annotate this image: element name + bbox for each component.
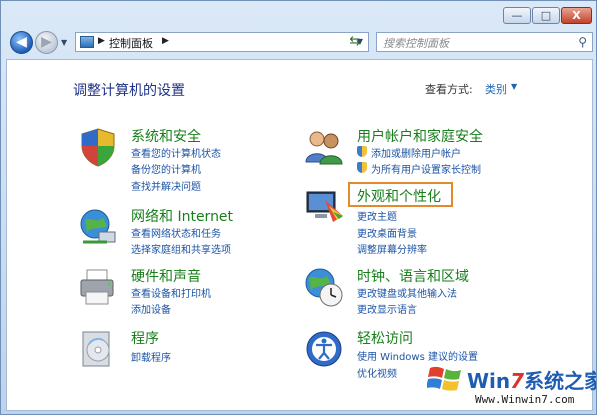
back-button[interactable]: ◀: [10, 31, 33, 54]
refresh-icon: ⇆: [349, 34, 361, 49]
watermark-brand-seven: 7: [510, 369, 525, 393]
category-title[interactable]: 硬件和声音: [131, 266, 201, 286]
watermark-brand: Win7系统之家: [467, 365, 597, 394]
address-bar: ◀ ▶ ▼ ▶ 控制面板 ▶ ▼ ⇆ ⚲: [1, 28, 596, 57]
breadcrumb-separator-icon[interactable]: ▶: [162, 36, 169, 46]
link-parental-controls[interactable]: 为所有用户设置家长控制: [357, 161, 481, 176]
category-programs: 程序 卸载程序: [77, 328, 277, 373]
link-network-status[interactable]: 查看网络状态和任务: [131, 225, 221, 240]
link-optimize-video[interactable]: 优化视频: [357, 365, 397, 380]
link-homegroup[interactable]: 选择家庭组和共享选项: [131, 241, 231, 256]
category-title[interactable]: 轻松访问: [357, 328, 413, 348]
address-field[interactable]: ▶ 控制面板 ▶ ▼: [75, 32, 369, 52]
category-network: 网络和 Internet 查看网络状态和任务 选择家庭组和共享选项: [77, 206, 287, 256]
watermark-brand-prefix: Win: [467, 369, 511, 393]
link-add-device[interactable]: 添加设备: [131, 301, 171, 316]
link-view-computer-status[interactable]: 查看您的计算机状态: [131, 145, 221, 160]
link-devices-printers[interactable]: 查看设备和打印机: [131, 285, 211, 300]
control-panel-icon: [80, 36, 94, 48]
close-button[interactable]: X: [561, 7, 592, 24]
minimize-button[interactable]: —: [503, 7, 531, 24]
refresh-button[interactable]: ⇆: [344, 33, 366, 51]
breadcrumb-control-panel[interactable]: 控制面板: [109, 35, 153, 51]
search-icon[interactable]: ⚲: [578, 35, 587, 49]
arrow-left-icon: ◀: [16, 34, 27, 50]
category-clock-region: 时钟、语言和区域 更改键盘或其他输入法 更改显示语言: [303, 266, 523, 316]
category-title[interactable]: 时钟、语言和区域: [357, 266, 469, 286]
link-change-display-language[interactable]: 更改显示语言: [357, 301, 417, 316]
category-title[interactable]: 程序: [131, 328, 159, 348]
link-adjust-resolution[interactable]: 调整屏幕分辨率: [357, 241, 427, 256]
category-title[interactable]: 网络和 Internet: [131, 206, 233, 226]
monitor-palette-icon: [306, 191, 343, 222]
search-box[interactable]: ⚲: [376, 32, 593, 52]
category-system-security: 系统和安全 查看您的计算机状态 备份您的计算机 查找并解决问题: [77, 126, 277, 196]
title-bar: — □ X: [1, 1, 596, 28]
breadcrumb-separator-icon[interactable]: ▶: [98, 36, 105, 46]
ease-of-access-icon: [306, 331, 342, 367]
chevron-down-icon[interactable]: ▼: [511, 82, 517, 91]
clock-globe-icon: [305, 268, 343, 307]
windows-logo-icon: [427, 366, 461, 391]
link-add-remove-accounts[interactable]: 添加或删除用户帐户: [357, 145, 461, 160]
link-backup-computer[interactable]: 备份您的计算机: [131, 161, 201, 176]
forward-button[interactable]: ▶: [35, 31, 58, 54]
printer-icon: [80, 269, 114, 305]
network-globe-icon: [80, 209, 116, 244]
link-uninstall-program[interactable]: 卸载程序: [131, 349, 171, 364]
watermark: Win7系统之家 Www.Winwin7.com: [419, 359, 597, 414]
watermark-brand-suffix: 系统之家: [524, 369, 597, 393]
link-troubleshoot[interactable]: 查找并解决问题: [131, 178, 201, 193]
view-by-label: 查看方式:: [425, 83, 473, 96]
category-hardware-sound: 硬件和声音 查看设备和打印机 添加设备: [77, 266, 277, 316]
link-change-theme[interactable]: 更改主题: [357, 208, 397, 223]
maximize-button[interactable]: □: [532, 7, 560, 24]
link-change-desktop-background[interactable]: 更改桌面背景: [357, 225, 417, 240]
programs-disc-icon: [82, 331, 110, 367]
shield-check-icon: [81, 128, 115, 167]
highlight-box: [348, 182, 453, 207]
page-title: 调整计算机的设置: [73, 83, 185, 99]
view-by-select[interactable]: 类别: [485, 81, 507, 97]
category-user-accounts: 用户帐户和家庭安全 添加或删除用户帐户 为所有用户设置家长控制: [303, 126, 523, 181]
search-input[interactable]: [381, 34, 570, 52]
category-title[interactable]: 系统和安全: [131, 126, 201, 146]
users-icon: [305, 131, 343, 165]
category-title[interactable]: 用户帐户和家庭安全: [357, 126, 483, 146]
link-change-input-method[interactable]: 更改键盘或其他输入法: [357, 285, 457, 300]
recent-pages-dropdown[interactable]: ▼: [61, 38, 67, 47]
watermark-url: Www.Winwin7.com: [475, 393, 575, 406]
arrow-right-icon: ▶: [41, 34, 52, 50]
control-panel-window: — □ X ◀ ▶ ▼ ▶ 控制面板 ▶ ▼ ⇆ ⚲ 调整计算机的设置 查看方式…: [0, 0, 597, 415]
